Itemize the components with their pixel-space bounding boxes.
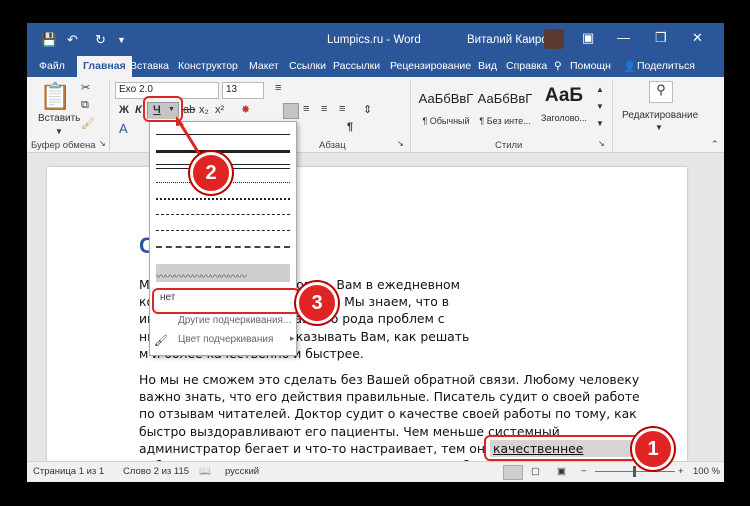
callout-2: 2 xyxy=(190,152,232,194)
arrowhead-icon xyxy=(176,116,184,126)
callout-1: 1 xyxy=(632,428,674,470)
callout-arrows xyxy=(176,116,202,156)
callout-3: 3 xyxy=(296,282,338,324)
arrow-to-underline xyxy=(178,122,202,156)
